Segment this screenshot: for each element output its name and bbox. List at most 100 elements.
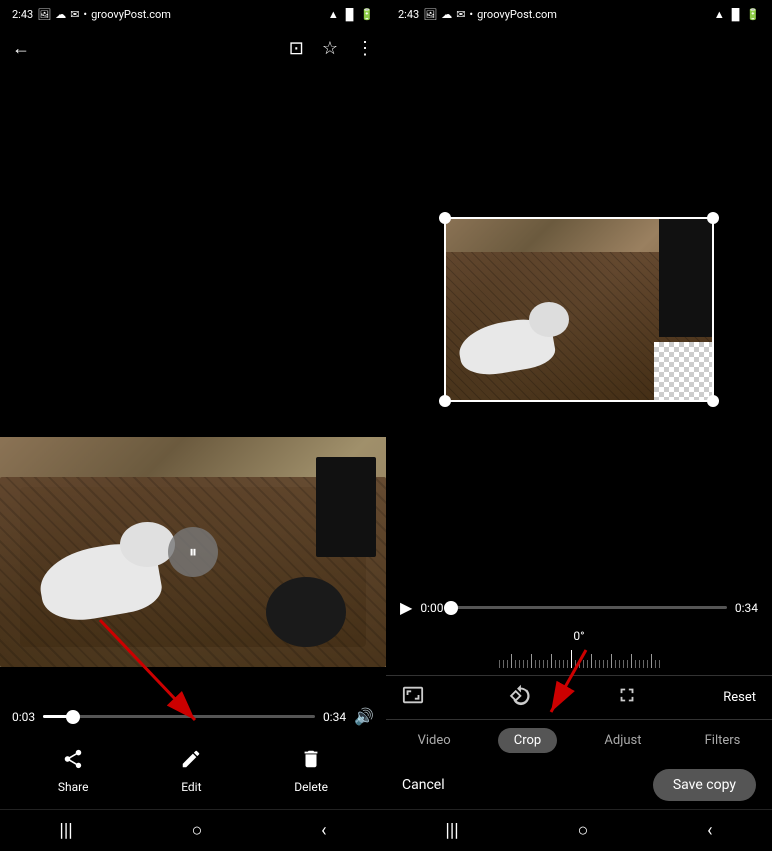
tick-27 [607, 660, 608, 668]
home-nav-icon-left[interactable]: ○ [191, 820, 202, 841]
back-button[interactable]: ← [12, 38, 30, 59]
tick-center [571, 650, 572, 668]
tick-20 [579, 660, 580, 668]
tick-1 [499, 660, 500, 668]
wifi-icon-left: ▲ [328, 8, 339, 21]
tick-5 [515, 660, 516, 668]
pause-button[interactable]: ⏸ [168, 527, 218, 577]
save-copy-button[interactable]: Save copy [653, 769, 756, 801]
tick-26 [603, 660, 604, 668]
video-thumbnail[interactable]: ⏸ [0, 437, 386, 667]
menu-nav-icon-left[interactable]: ||| [59, 820, 72, 841]
crop-handle-tl[interactable] [439, 212, 451, 224]
tick-38 [651, 654, 652, 668]
tab-filters[interactable]: Filters [689, 728, 757, 753]
tick-34 [635, 660, 636, 668]
crop-image-container [444, 217, 714, 402]
home-nav-icon-right[interactable]: ○ [577, 820, 588, 841]
dot-icon-right: • [469, 8, 473, 21]
round-table [266, 577, 346, 647]
black-space-above [0, 68, 386, 437]
scrubber-track[interactable] [43, 715, 315, 718]
right-site-name: groovyPost.com [477, 8, 557, 21]
tick-33 [631, 654, 632, 668]
reset-button[interactable]: Reset [723, 690, 756, 705]
battery-icon-left: 🔋 [360, 8, 374, 21]
tick-8 [527, 660, 528, 668]
photo-icon-right: 🖼 [423, 8, 437, 21]
tick-16 [559, 660, 560, 668]
cloud-icon: ☁ [55, 8, 66, 21]
tick-35 [639, 660, 640, 668]
total-time-left: 0:34 [323, 710, 346, 724]
bookmark-icon[interactable]: ☆ [322, 38, 338, 59]
rotation-ruler[interactable] [386, 647, 772, 671]
crop-handle-bl[interactable] [439, 395, 451, 407]
battery-icon-right: 🔋 [746, 8, 760, 21]
share-label: Share [58, 780, 89, 794]
tick-21 [583, 660, 584, 668]
tick-24 [595, 660, 596, 668]
rotation-section: 0° [386, 625, 772, 675]
back-nav-icon-left[interactable]: ‹ [321, 820, 326, 841]
volume-icon[interactable]: 🔊 [354, 707, 374, 726]
mail-icon-right: ✉ [456, 8, 465, 21]
tick-22 [587, 660, 588, 668]
dot-icon: • [83, 8, 87, 21]
delete-button[interactable]: Delete [294, 748, 328, 794]
left-status-left: 2:43 🖼 ☁ ✉ • groovyPost.com [12, 8, 171, 21]
crop-handle-tr[interactable] [707, 212, 719, 224]
current-time-right: 0:00 [420, 601, 443, 615]
tab-bar: Video Crop Adjust Filters [386, 719, 772, 759]
tick-10 [535, 660, 536, 668]
crop-dog-scene [444, 217, 714, 402]
right-status-bar: 2:43 🖼 ☁ ✉ • groovyPost.com ▲ ▐▌ 🔋 [386, 0, 772, 28]
cancel-button[interactable]: Cancel [402, 777, 445, 793]
tick-37 [647, 660, 648, 668]
delete-icon [300, 748, 322, 776]
photo-icon: 🖼 [37, 8, 51, 21]
tab-video[interactable]: Video [402, 728, 467, 753]
tick-31 [623, 660, 624, 668]
tick-9 [531, 654, 532, 668]
right-video-area [386, 28, 772, 590]
rotation-degree: 0° [573, 629, 584, 643]
tick-25 [599, 660, 600, 668]
edit-button[interactable]: Edit [180, 748, 202, 794]
play-button-right[interactable]: ▶ [400, 598, 412, 617]
delete-label: Delete [294, 780, 328, 794]
tab-adjust[interactable]: Adjust [588, 728, 657, 753]
right-scrubber-track[interactable] [451, 606, 726, 609]
wifi-icon-right: ▲ [714, 8, 725, 21]
tab-crop[interactable]: Crop [498, 728, 557, 753]
scrubber-thumb[interactable] [66, 710, 80, 724]
left-site-name: groovyPost.com [91, 8, 171, 21]
bottom-controls: 0:03 0:34 🔊 Share [0, 697, 386, 809]
menu-nav-icon-right[interactable]: ||| [445, 820, 458, 841]
ruler-ticks [499, 650, 660, 668]
right-time: 2:43 [398, 8, 419, 21]
rotate-tool[interactable] [509, 684, 531, 711]
tick-11 [539, 660, 540, 668]
crop-frame[interactable] [444, 217, 714, 402]
tick-40 [659, 660, 660, 668]
bottom-action-row: Cancel Save copy [386, 759, 772, 809]
right-status-right: ▲ ▐▌ 🔋 [714, 8, 760, 21]
crop-handle-br[interactable] [707, 395, 719, 407]
back-nav-icon-right[interactable]: ‹ [707, 820, 712, 841]
total-time-right: 0:34 [735, 601, 758, 615]
current-time-left: 0:03 [12, 710, 35, 724]
action-buttons: Share Edit Delete [12, 738, 374, 809]
fullscreen-tool[interactable] [616, 684, 638, 711]
left-status-right: ▲ ▐▌ 🔋 [328, 8, 374, 21]
share-button[interactable]: Share [58, 748, 89, 794]
tick-15 [555, 660, 556, 668]
cast-icon[interactable]: ⊡ [289, 38, 304, 59]
aspect-ratio-tool[interactable] [402, 684, 424, 711]
tick-39 [655, 660, 656, 668]
edit-icon [180, 748, 202, 776]
more-options-icon[interactable]: ⋮ [356, 38, 374, 59]
left-bottom-nav: ||| ○ ‹ [0, 809, 386, 851]
dog-head [120, 522, 175, 567]
right-scrubber-thumb[interactable] [444, 601, 458, 615]
